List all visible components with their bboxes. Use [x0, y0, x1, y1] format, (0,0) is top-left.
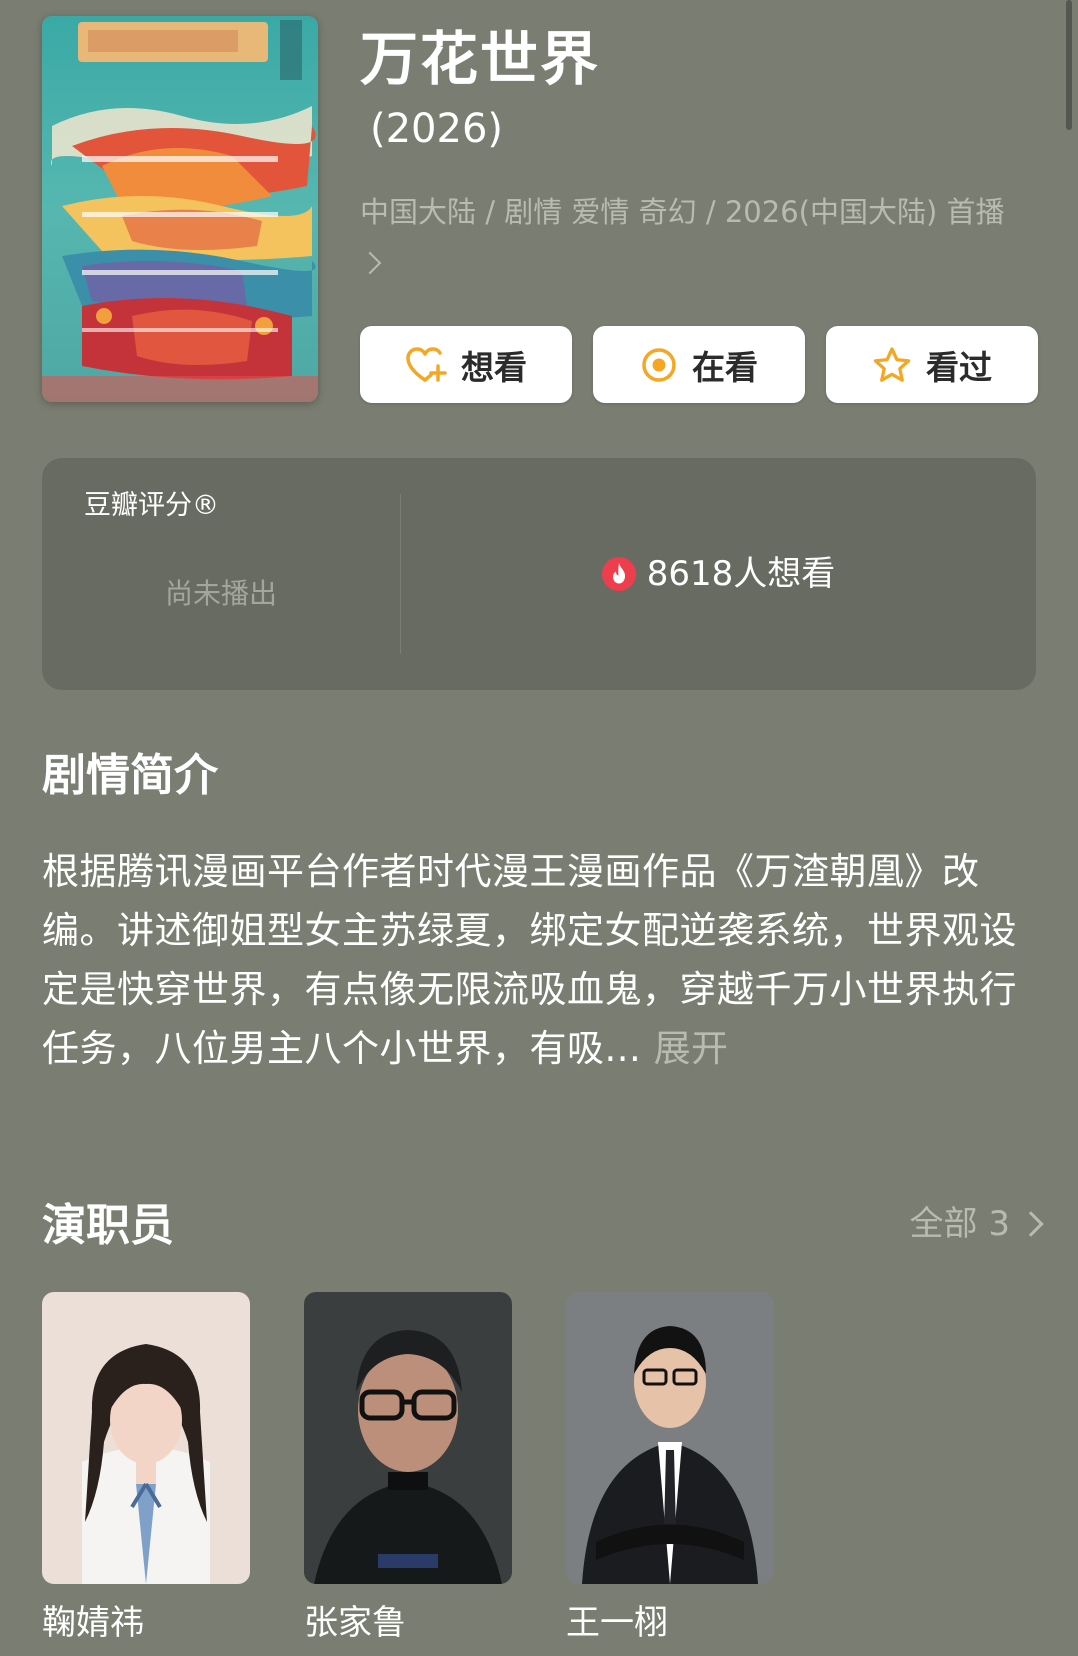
cast-member-name: 王一栩	[566, 1603, 668, 1643]
rating-status: 尚未播出	[164, 577, 277, 610]
cast-member-card[interactable]: 鞠婧祎	[42, 1292, 250, 1646]
show-title: 万花世界	[360, 25, 601, 93]
watching-label: 在看	[692, 347, 758, 387]
heart-plus-icon	[406, 346, 447, 382]
show-year: (2026)	[370, 106, 504, 152]
synopsis-text-block: 根据腾讯漫画平台作者时代漫王漫画作品《万渣朝凰》改编。讲述御姐型女主苏绿夏，绑定…	[42, 842, 1042, 1078]
cast-member-name: 张家鲁	[304, 1603, 406, 1643]
cast-view-all-link[interactable]: 全部 3	[909, 1198, 1044, 1250]
wish-count-text: 8618人想看	[646, 554, 836, 594]
star-icon	[873, 346, 911, 382]
cast-heading: 演职员	[42, 1200, 174, 1251]
want-to-watch-button[interactable]: 想看	[360, 326, 572, 403]
watching-button[interactable]: 在看	[593, 326, 805, 403]
synopsis-heading: 剧情简介	[42, 750, 218, 801]
rating-card[interactable]: 豆瓣评分® 尚未播出 8618人想看	[42, 458, 1036, 690]
synopsis-text: 根据腾讯漫画平台作者时代漫王漫画作品《万渣朝凰》改编。讲述御姐型女主苏绿夏，绑定…	[42, 850, 1017, 1070]
watched-label: 看过	[926, 347, 992, 387]
chevron-right-icon	[358, 251, 382, 275]
show-poster[interactable]	[42, 16, 318, 402]
cast-photo	[566, 1292, 774, 1584]
cast-member-name: 鞠婧祎	[42, 1603, 144, 1643]
chevron-right-icon	[1018, 1211, 1044, 1237]
expand-link[interactable]: 展开	[654, 1027, 729, 1070]
douban-rating-label: 豆瓣评分®	[84, 490, 219, 521]
poster-artwork	[42, 16, 318, 402]
wish-count: 8618人想看	[400, 550, 1036, 598]
fire-icon	[601, 557, 636, 591]
cast-photo	[42, 1292, 250, 1584]
show-meta-text: 中国大陆 / 剧情 爱情 奇幻 / 2026(中国大陆) 首播	[360, 195, 1005, 229]
target-circle-icon	[642, 347, 676, 382]
want-to-watch-label: 想看	[461, 347, 527, 387]
scrollbar[interactable]	[1066, 0, 1072, 130]
cast-photo	[304, 1292, 512, 1584]
cast-member-card[interactable]: 张家鲁	[304, 1292, 512, 1646]
show-meta[interactable]: 中国大陆 / 剧情 爱情 奇幻 / 2026(中国大陆) 首播	[358, 186, 1020, 290]
watched-button[interactable]: 看过	[826, 326, 1038, 403]
cast-view-all-label: 全部 3	[909, 1204, 1010, 1244]
cast-member-card[interactable]: 王一栩	[566, 1292, 774, 1646]
